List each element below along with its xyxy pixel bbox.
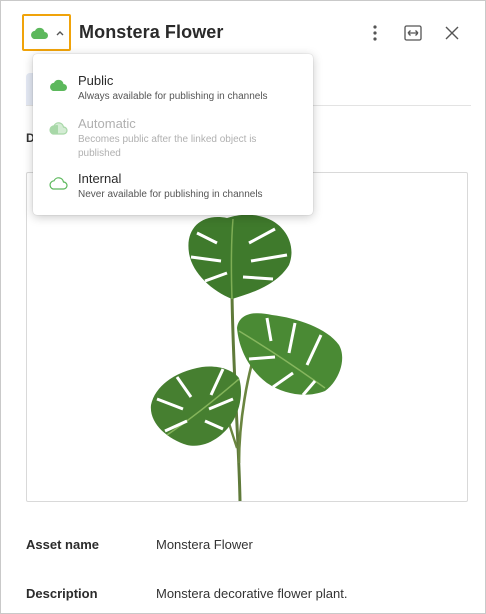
menu-item-description: Always available for publishing in chann… xyxy=(78,91,268,102)
visibility-toggle-button[interactable] xyxy=(22,14,71,51)
leaf-top xyxy=(188,214,292,300)
chevron-up-icon xyxy=(56,30,63,35)
asset-image-frame xyxy=(26,172,468,502)
description-value: Monstera decorative flower plant. xyxy=(156,586,348,601)
menu-item-internal[interactable]: Internal Never available for publishing … xyxy=(33,170,313,204)
close-icon xyxy=(445,26,459,40)
menu-item-description: Never available for publishing in channe… xyxy=(78,189,263,200)
menu-item-label: Automatic xyxy=(78,116,136,131)
asset-image xyxy=(150,214,343,501)
asset-details-panel: D Monstera Flower Asset name Monstera Fl… xyxy=(0,0,486,614)
more-options-button[interactable] xyxy=(363,21,387,45)
cloud-filled-icon xyxy=(50,79,67,91)
asset-name-label: Asset name xyxy=(26,537,99,552)
leaf-right xyxy=(237,313,343,396)
menu-item-automatic: Automatic Becomes public after the linke… xyxy=(33,115,313,161)
description-label: Description xyxy=(26,586,98,601)
more-vertical-icon xyxy=(373,25,377,41)
menu-item-description: Becomes public after the linked object i… xyxy=(78,134,257,159)
leaf-left xyxy=(150,366,241,446)
expand-panel-button[interactable] xyxy=(401,21,425,45)
page-title: Monstera Flower xyxy=(79,22,224,42)
cloud-half-icon xyxy=(49,122,68,135)
expand-horizontal-icon xyxy=(404,25,422,41)
menu-item-label: Public xyxy=(78,73,114,88)
cloud-outline-icon xyxy=(49,177,68,190)
close-button[interactable] xyxy=(440,21,464,45)
cloud-icon xyxy=(30,27,48,39)
menu-item-public[interactable]: Public Always available for publishing i… xyxy=(33,72,313,106)
visibility-dropdown-menu: Public Always available for publishing i… xyxy=(33,54,313,215)
menu-item-label: Internal xyxy=(78,171,122,186)
asset-name-value: Monstera Flower xyxy=(156,537,253,552)
